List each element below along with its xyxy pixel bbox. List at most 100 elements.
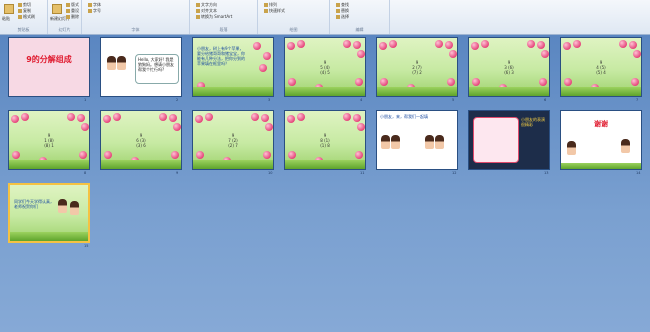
decomposition-line: (5) 4 [596, 70, 606, 75]
ribbon-item[interactable]: 对齐文本 [196, 8, 217, 13]
apple-icon [171, 151, 179, 159]
ribbon-item-icon [196, 9, 200, 13]
ribbon-group-label: 幻灯片 [58, 27, 71, 32]
ribbon-item[interactable]: 删除 [66, 14, 79, 19]
ribbon-item[interactable]: 字号 [88, 8, 101, 13]
apple-icon [261, 114, 269, 122]
apple-icon [541, 50, 549, 58]
character-icon [391, 135, 400, 149]
ribbon-item[interactable]: 快速样式 [264, 8, 285, 13]
apple-icon [445, 41, 453, 49]
ribbon-item[interactable]: 查找 [336, 2, 349, 7]
slide-thumbnail[interactable]: 98 (1) (1) 8 [284, 110, 366, 170]
apple-icon [631, 78, 639, 86]
ribbon-item[interactable]: 复制 [18, 8, 31, 13]
slide-thumbnail[interactable]: 94 (5) (5) 4 [560, 37, 642, 97]
slide-thumbnail[interactable]: 92 (7) (7) 2 [376, 37, 458, 97]
apple-icon [435, 40, 443, 48]
decomposition-line: (1) 8 [320, 143, 330, 148]
apple-icon [481, 40, 489, 48]
ribbon-item[interactable]: 排列 [264, 2, 277, 7]
ribbon-item-label: 排列 [269, 2, 277, 7]
apple-icon [196, 151, 204, 159]
ribbon-item[interactable]: 转换为 SmartArt [196, 14, 232, 19]
ribbon-group-4: 排列 快速样式 绘图 [258, 0, 330, 34]
slide-thumbnail[interactable]: 97 (2) (2) 7 [192, 110, 274, 170]
ribbon-item[interactable]: 选择 [336, 14, 349, 19]
grass-decoration [561, 87, 641, 96]
slide-thumbnail[interactable]: 小朋友，来，帮我们一起填 [376, 110, 458, 170]
ribbon-item[interactable]: 版式 [66, 2, 79, 7]
apple-icon [297, 40, 305, 48]
decomposition-line: (7) 2 [412, 70, 422, 75]
grass-decoration [193, 160, 273, 169]
character-icon [117, 56, 126, 70]
grass-decoration [9, 160, 89, 169]
ribbon-item-icon [66, 3, 70, 7]
decomposition-line: (2) 7 [228, 143, 238, 148]
apple-icon [67, 113, 75, 121]
slide-thumbnail[interactable]: 谢谢 [560, 110, 642, 170]
decomposition-text: 98 (1) (1) 8 [285, 133, 365, 148]
slide-thumbnail[interactable]: 小朋友的表演很精彩 [468, 110, 550, 170]
ribbon-item[interactable]: 文字方向 [196, 2, 217, 7]
slide-number: 5 [452, 98, 455, 102]
slide-thumbnail[interactable]: Hello, 大家好! 我是狼狗妈。想请小朋友帮我个忙行吗? [100, 37, 182, 97]
ribbon-group-0: 粘贴 剪切 复制 格式刷 剪贴板 [0, 0, 48, 34]
decomposition-line: (8) 1 [44, 143, 54, 148]
ribbon-item[interactable]: 格式刷 [18, 14, 35, 19]
slide-thumbnail[interactable]: 9的分解组成 [8, 37, 90, 97]
slide-number: 3 [268, 98, 271, 102]
big-button-label: 粘贴 [2, 16, 10, 21]
apple-icon [539, 78, 547, 86]
apple-icon [263, 151, 271, 159]
ribbon-item-label: 删除 [71, 14, 79, 19]
apple-icon [353, 41, 361, 49]
ribbon-item[interactable]: 剪切 [18, 2, 31, 7]
apple-icon [103, 115, 111, 123]
ribbon-item-icon [66, 15, 70, 19]
ribbon-item-label: 对齐文本 [201, 8, 217, 13]
ribbon-item-label: 选择 [341, 14, 349, 19]
slide-number: 11 [360, 171, 365, 175]
decomposition-line: (4) 5 [320, 70, 330, 75]
character-icon [435, 135, 444, 149]
apple-icon [195, 115, 203, 123]
ribbon-group-5: 查找 替换 选择 编辑 [330, 0, 390, 34]
grass-decoration [10, 232, 88, 241]
ribbon-item-icon [336, 15, 340, 19]
apple-icon [389, 40, 397, 48]
grass-decoration [377, 87, 457, 96]
apple-icon [263, 52, 271, 60]
slide-thumbnail[interactable]: 95 (4) (4) 5 [284, 37, 366, 97]
big-button-icon[interactable] [52, 4, 62, 14]
slide-thumbnail[interactable]: 91 (8) (8) 1 [8, 110, 90, 170]
apple-icon [104, 151, 112, 159]
ribbon-group-1: 新建幻灯片 版式 重设 删除 幻灯片 [48, 0, 82, 34]
slide-text: 小朋友的表演很精彩 [521, 117, 545, 127]
apple-icon [343, 40, 351, 48]
slide-number: 8 [84, 171, 87, 175]
slide-text: 谢谢 [594, 120, 608, 128]
slide-thumbnail[interactable]: 93 (6) (6) 3 [468, 37, 550, 97]
slide-number: 1 [84, 98, 87, 102]
apple-icon [11, 115, 19, 123]
slide-thumbnail[interactable]: 96 (3) (3) 6 [100, 110, 182, 170]
ribbon-item-icon [18, 3, 22, 7]
apple-icon [633, 50, 641, 58]
ribbon-item[interactable]: 替换 [336, 8, 349, 13]
character-icon [70, 201, 79, 215]
ribbon-item[interactable]: 重设 [66, 8, 79, 13]
apple-icon [629, 41, 637, 49]
apple-icon [343, 113, 351, 121]
grass-decoration [469, 87, 549, 96]
slide-text: 小朋友，树上有9个苹果，要分给猪哥哥和猪宝宝，你能有几种分法，把你分到的苹果填在… [197, 46, 245, 66]
slide-sorter-view: 9的分解组成 1 Hello, 大家好! 我是狼狗妈。想请小朋友帮我个忙行吗? 2 小朋… [0, 35, 650, 332]
big-button-icon[interactable] [4, 4, 14, 14]
character-icon [425, 135, 434, 149]
ribbon-item[interactable]: 字体 [88, 2, 101, 7]
slide-thumbnail[interactable]: 同学们今天学得认真，老师祝贺你们 [8, 183, 90, 243]
grass-decoration [101, 160, 181, 169]
apple-icon [527, 40, 535, 48]
slide-thumbnail[interactable]: 小朋友，树上有9个苹果，要分给猪哥哥和猪宝宝，你能有几种分法，把你分到的苹果填在… [192, 37, 274, 97]
